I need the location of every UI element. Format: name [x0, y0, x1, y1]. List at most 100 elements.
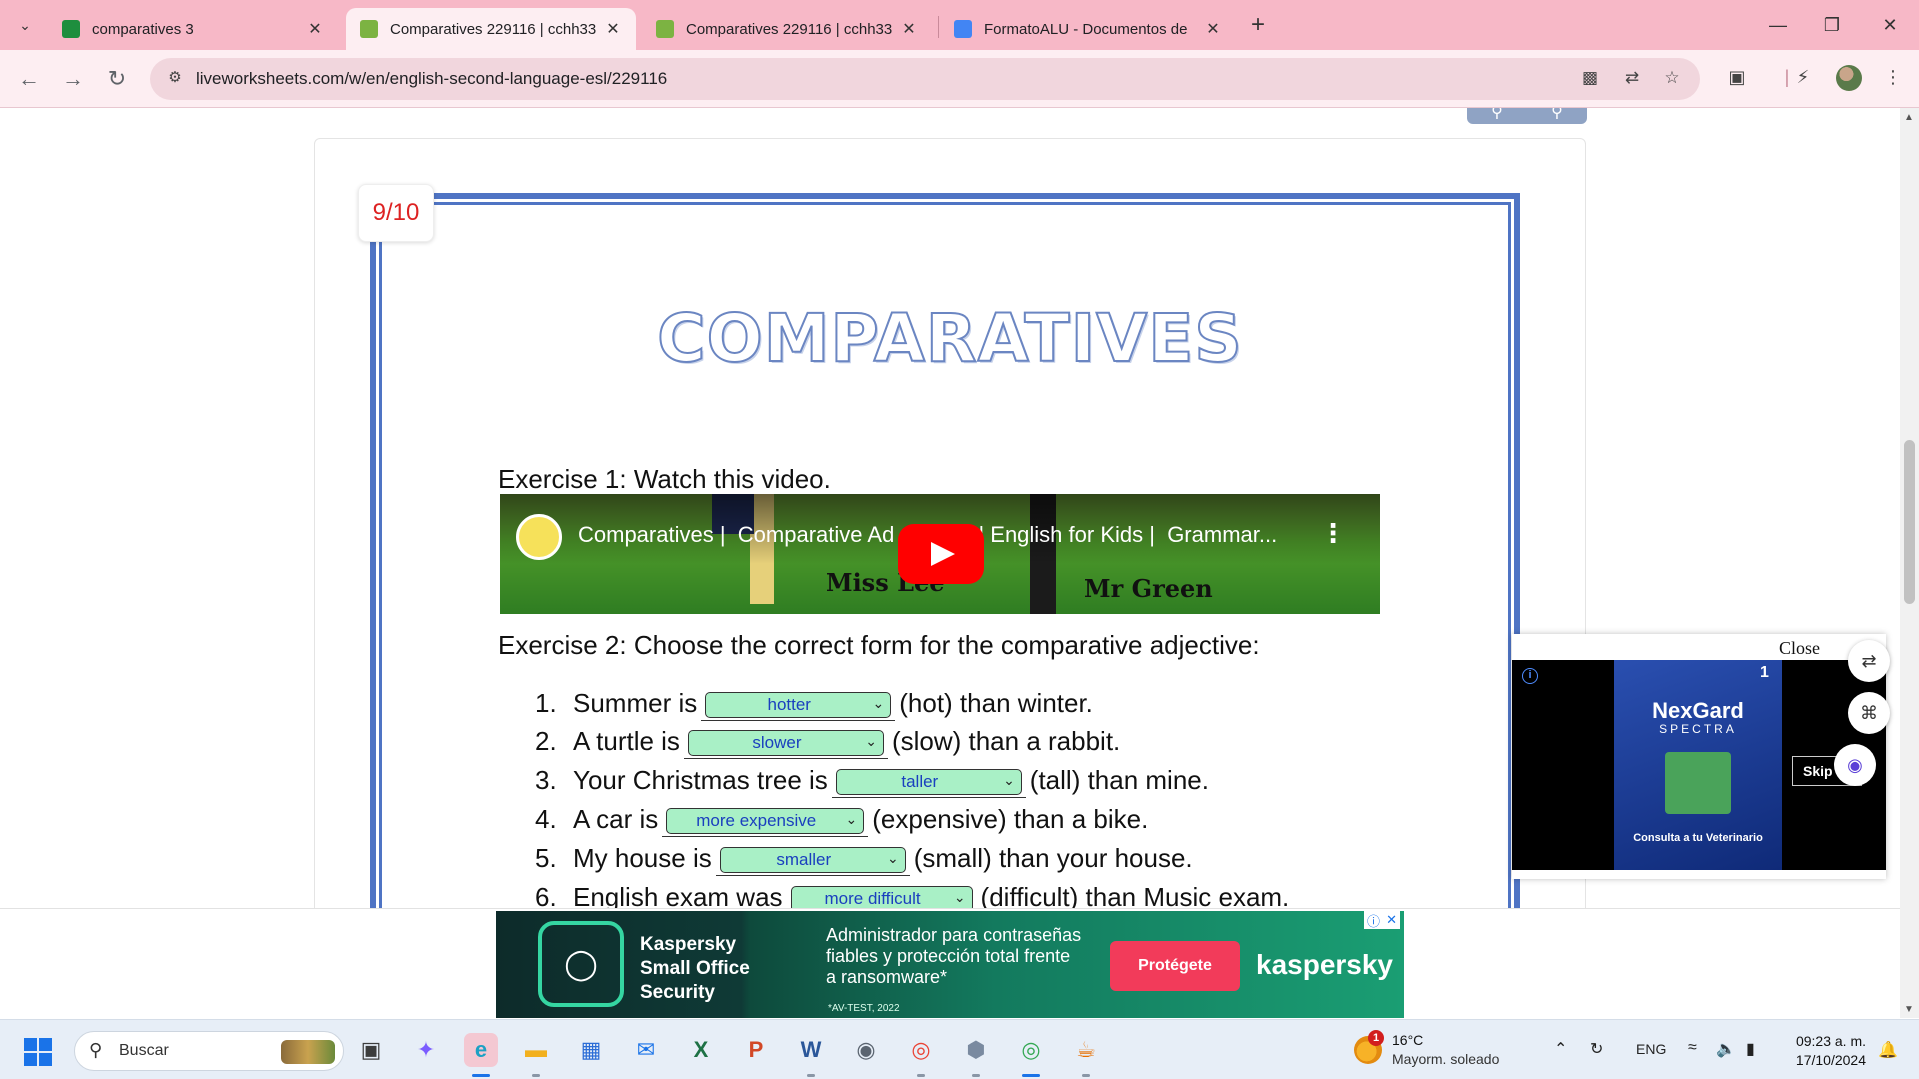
tab-search-icon[interactable]: ⌄ — [10, 12, 40, 38]
profile-avatar[interactable] — [1836, 65, 1862, 91]
weather-description[interactable]: Mayorm. soleado — [1392, 1051, 1499, 1067]
java-icon[interactable]: ☕ — [1069, 1033, 1103, 1067]
translate-icon[interactable]: ⇄ — [1620, 68, 1644, 90]
answer-select[interactable]: taller ⌄ — [835, 768, 1022, 795]
tab-comparatives-active[interactable]: Comparatives 229116 | cchh33 ✕ — [346, 8, 636, 50]
weather-temperature[interactable]: 16°C — [1392, 1032, 1423, 1048]
tab-comparatives-3[interactable]: comparatives 3 ✕ — [48, 8, 338, 50]
answer-select[interactable]: slower ⌄ — [687, 729, 884, 756]
shortcuts-icon[interactable]: ⌘ — [1848, 692, 1890, 734]
clock-date: 17/10/2024 — [1795, 1052, 1866, 1068]
answer-blank: more difficult ⌄ — [787, 880, 977, 908]
video-caption-mr-green: Mr Green — [1084, 574, 1213, 603]
chevron-down-icon: ⌄ — [865, 732, 877, 749]
item-number: 1. — [535, 687, 557, 718]
close-tab-icon[interactable]: ✕ — [1204, 19, 1222, 39]
windows-taskbar: ⚲ Buscar ▣ ✦ e ▬ ▦ ✉ X P W ◉ ◎ ⬢ ◎ ☕ 1 16°C Mayorm. s… — [0, 1019, 1919, 1079]
adchoices-close[interactable]: ⓘ ✕ — [1364, 911, 1400, 929]
assistant-icon[interactable]: ◉ — [1834, 744, 1876, 786]
item-number: 5. — [535, 842, 557, 873]
store-icon[interactable]: ▦ — [574, 1033, 608, 1067]
kaspersky-banner-ad[interactable]: ◯ Kaspersky Small Office Security Admini… — [496, 911, 1404, 1018]
file-explorer-icon[interactable]: ▬ — [519, 1033, 553, 1067]
taskbar-search[interactable]: ⚲ Buscar — [74, 1031, 344, 1071]
close-ad-icon[interactable]: ✕ — [1386, 912, 1397, 928]
search-highlight-image — [281, 1040, 335, 1064]
chevron-up-icon[interactable]: ⌃ — [1554, 1039, 1567, 1059]
scroll-thumb[interactable] — [1904, 440, 1915, 604]
sync-icon[interactable]: ↻ — [1590, 1039, 1603, 1059]
restore-icon[interactable]: ❐ — [1812, 10, 1852, 40]
task-view-icon[interactable]: ▣ — [354, 1033, 388, 1067]
adchoices-icon[interactable]: ⓘ — [1367, 911, 1380, 930]
answer-select[interactable]: smaller ⌄ — [719, 846, 906, 873]
close-tab-icon[interactable]: ✕ — [604, 19, 622, 39]
menu-kebab-icon[interactable]: ⋮ — [1880, 67, 1906, 91]
close-window-icon[interactable]: ✕ — [1870, 10, 1910, 40]
ad-desc-line: a ransomware* — [826, 967, 948, 987]
answer-select[interactable]: more expensive ⌄ — [666, 807, 865, 834]
zoom-in-icon[interactable]: ⚲ — [1551, 108, 1563, 122]
url-text[interactable]: liveworksheets.com/w/en/english-second-l… — [196, 69, 667, 89]
answer-select[interactable]: more difficult ⌄ — [790, 885, 973, 908]
word-icon[interactable]: W — [794, 1033, 828, 1067]
forward-icon[interactable]: → — [58, 64, 88, 94]
close-tab-icon[interactable]: ✕ — [306, 19, 324, 39]
battery-icon[interactable]: ▮ — [1746, 1039, 1755, 1059]
chrome-profile-icon[interactable]: ◎ — [1014, 1033, 1048, 1067]
tab-formatoalu[interactable]: FormatoALU - Documentos de ✕ — [940, 8, 1236, 50]
extensions-icon[interactable]: ▣ — [1724, 67, 1750, 91]
item-text-after: (slow) than a rabbit. — [891, 725, 1121, 756]
reload-icon[interactable]: ↻ — [102, 64, 132, 94]
minimize-icon[interactable]: — — [1758, 10, 1798, 40]
item-text-after: (small) than your house. — [913, 842, 1193, 873]
zoom-out-icon[interactable]: ⚲ — [1491, 108, 1503, 122]
scroll-down-icon[interactable]: ▼ — [1904, 1004, 1914, 1015]
ad-desc-line: Administrador para contraseñas — [826, 925, 1082, 945]
search-placeholder: Buscar — [119, 1042, 169, 1059]
page-counter: 9/10 — [358, 184, 434, 242]
tab-comparatives-2[interactable]: Comparatives 229116 | cchh33 ✕ — [642, 8, 932, 50]
notification-bell-icon[interactable]: 🔔 — [1878, 1040, 1898, 1060]
channel-logo-icon[interactable] — [516, 514, 562, 560]
item-text-before: Summer is — [573, 687, 698, 718]
edge-icon[interactable]: e — [464, 1033, 498, 1067]
scroll-up-icon[interactable]: ▲ — [1904, 112, 1914, 123]
answer-blank: slower ⌄ — [683, 724, 888, 759]
answer-select[interactable]: hotter ⌄ — [705, 691, 892, 718]
address-bar[interactable]: ⚙ liveworksheets.com/w/en/english-second… — [150, 58, 1700, 100]
language-indicator[interactable]: ENG — [1636, 1041, 1666, 1057]
item-text-before: English exam was — [573, 881, 783, 909]
windows-start-icon[interactable] — [24, 1038, 52, 1066]
ad-media[interactable]: i NexGard SPECTRA Consulta a tu Veterina… — [1512, 660, 1886, 870]
item-text-after: (expensive) than a bike. — [872, 803, 1149, 834]
powerpoint-icon[interactable]: P — [739, 1033, 773, 1067]
copilot-icon[interactable]: ✦ — [409, 1033, 443, 1067]
play-button-icon[interactable] — [898, 524, 984, 584]
youtube-video-embed[interactable]: Comparatives | Comparative Ad | English … — [500, 494, 1380, 614]
answer-value: more expensive — [696, 810, 817, 830]
ad-cta-button[interactable]: Protégete — [1110, 941, 1240, 991]
ad-close-button[interactable]: Close — [1779, 638, 1820, 659]
volume-icon[interactable]: 🔈 — [1716, 1039, 1736, 1059]
wifi-icon[interactable]: ≈ — [1688, 1039, 1697, 1057]
ad-info-icon[interactable]: i — [1522, 668, 1538, 684]
page-scrollbar[interactable]: ▲ ▼ — [1900, 108, 1919, 1018]
camera-icon[interactable]: ◉ — [849, 1033, 883, 1067]
chrome-icon[interactable]: ◎ — [904, 1033, 938, 1067]
excel-icon[interactable]: X — [684, 1033, 718, 1067]
zoom-controls[interactable]: ⚲ ⚲ — [1467, 108, 1587, 124]
performance-icon[interactable]: ⚡ — [1790, 67, 1816, 91]
close-tab-icon[interactable]: ✕ — [900, 19, 918, 39]
new-tab-button[interactable]: + — [1244, 12, 1272, 38]
translate-page-icon[interactable]: ⇄ — [1848, 640, 1890, 682]
video-menu-icon[interactable]: ⋮ — [1320, 518, 1346, 549]
clock[interactable]: 09:23 a. m. 17/10/2024 — [1786, 1032, 1866, 1070]
app-hex-icon[interactable]: ⬢ — [959, 1033, 993, 1067]
site-info-icon[interactable]: ⚙ — [164, 68, 186, 90]
bookmark-star-icon[interactable]: ☆ — [1660, 68, 1684, 90]
mail-icon[interactable]: ✉ — [629, 1033, 663, 1067]
install-app-icon[interactable]: ▩ — [1578, 68, 1602, 90]
back-icon[interactable]: ← — [14, 64, 44, 94]
browser-toolbar: ← → ↻ ⚙ liveworksheets.com/w/en/english-… — [0, 50, 1919, 108]
